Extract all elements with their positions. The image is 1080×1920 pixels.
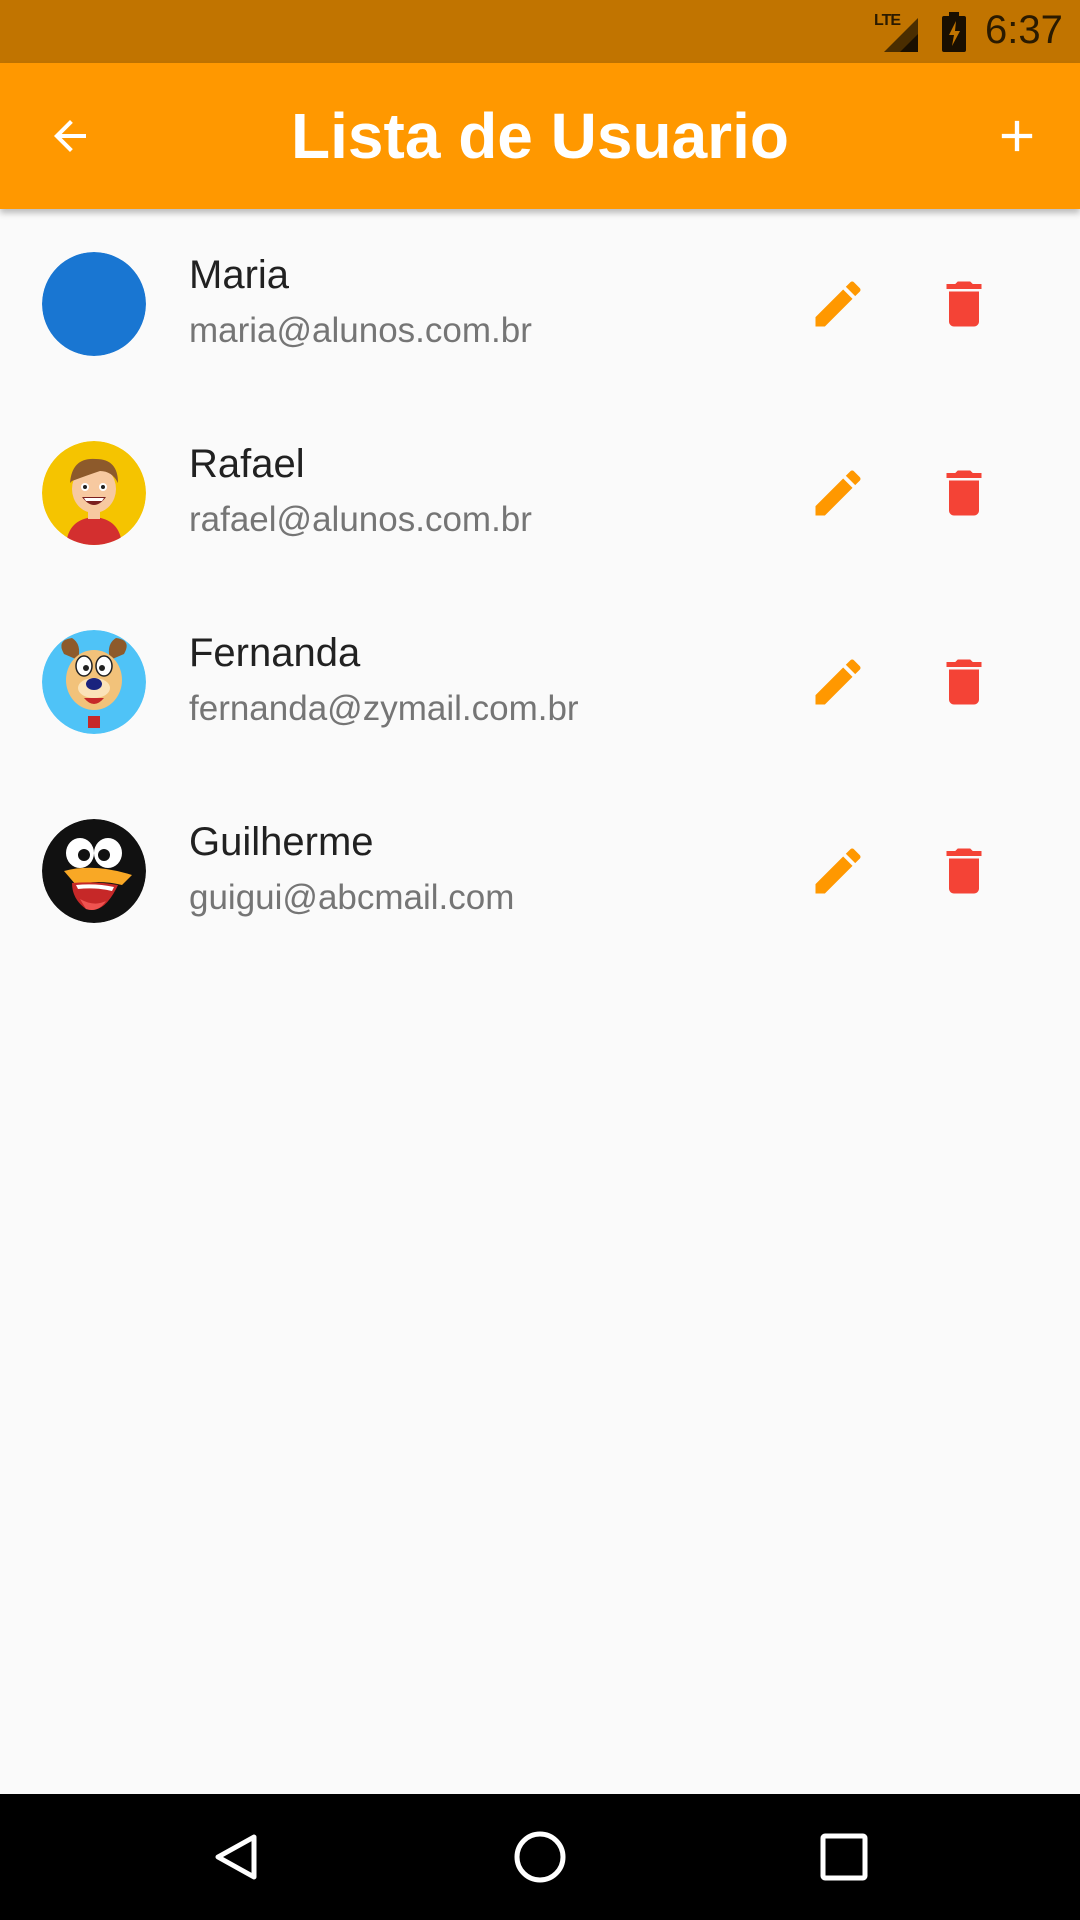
cartoon-penguin-avatar (42, 819, 146, 923)
trash-icon (946, 848, 982, 894)
user-email: maria@alunos.com.br (189, 311, 532, 350)
user-email: guigui@abcmail.com (189, 878, 515, 917)
user-list-item[interactable]: Fernanda fernanda@zymail.com.br (0, 587, 1080, 776)
edit-user-button[interactable] (798, 453, 878, 533)
user-name: Guilherme (189, 820, 374, 864)
nav-back-button[interactable] (196, 1817, 276, 1897)
user-email: rafael@alunos.com.br (189, 500, 532, 539)
delete-user-button[interactable] (924, 831, 1004, 911)
user-name: Rafael (189, 442, 305, 486)
navigation-bar (0, 1794, 1080, 1920)
battery-charging-icon (942, 12, 966, 52)
add-user-button[interactable] (977, 96, 1057, 176)
edit-user-button[interactable] (798, 264, 878, 344)
back-triangle-icon (215, 1834, 257, 1880)
arrow-back-icon (54, 120, 86, 152)
edit-user-button[interactable] (798, 831, 878, 911)
user-name: Fernanda (189, 631, 361, 675)
lte-signal-icon (884, 18, 918, 52)
delete-user-button[interactable] (924, 453, 1004, 533)
status-bar: LTE 6:37 (0, 0, 1080, 63)
nav-recents-button[interactable] (804, 1817, 884, 1897)
cartoon-boy-avatar (42, 441, 146, 545)
pencil-icon (815, 470, 861, 516)
user-list: Maria maria@alunos.com.br Rafael rafael@… (0, 209, 1080, 965)
status-clock: 6:37 (985, 8, 1063, 52)
cartoon-dog-avatar (42, 630, 146, 734)
trash-icon (946, 470, 982, 516)
home-circle-icon (514, 1831, 566, 1883)
add-icon (1001, 120, 1033, 152)
user-list-item[interactable]: Guilherme guigui@abcmail.com (0, 776, 1080, 965)
user-name: Maria (189, 253, 290, 297)
delete-user-button[interactable] (924, 642, 1004, 722)
pencil-icon (815, 848, 861, 894)
recents-square-icon (820, 1833, 868, 1881)
page-title: Lista de Usuario (291, 100, 789, 172)
delete-user-button[interactable] (924, 264, 1004, 344)
user-list-item[interactable]: Rafael rafael@alunos.com.br (0, 398, 1080, 587)
back-button[interactable] (30, 96, 110, 176)
trash-icon (946, 659, 982, 705)
pencil-icon (815, 281, 861, 327)
app-bar: Lista de Usuario (0, 63, 1080, 209)
user-list-item[interactable]: Maria maria@alunos.com.br (0, 209, 1080, 398)
user-email: fernanda@zymail.com.br (189, 689, 579, 728)
pencil-icon (815, 659, 861, 705)
blue-circle-avatar (42, 252, 146, 356)
nav-home-button[interactable] (500, 1817, 580, 1897)
trash-icon (946, 281, 982, 327)
edit-user-button[interactable] (798, 642, 878, 722)
